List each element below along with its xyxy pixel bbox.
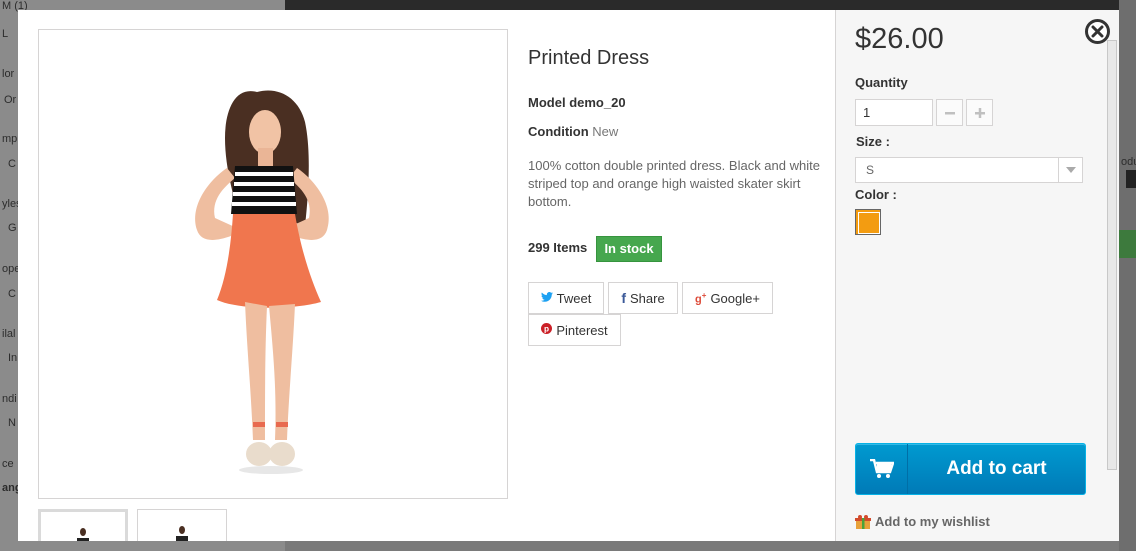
close-modal-button[interactable]: [1085, 19, 1110, 44]
pinterest-icon: p: [541, 323, 553, 337]
background-text: Or: [4, 94, 17, 106]
tweet-label: Tweet: [556, 290, 592, 306]
google-plus-label: Google+: [710, 290, 760, 306]
size-select[interactable]: S: [855, 157, 1083, 183]
size-label: Size :: [856, 134, 890, 149]
add-to-cart-label: Add to cart: [946, 458, 1047, 479]
product-title: Printed Dress: [528, 47, 650, 69]
svg-text:p: p: [544, 325, 549, 334]
google-plus-icon: g+: [695, 290, 707, 306]
stock-status-badge: In stock: [596, 236, 662, 262]
product-description: 100% cotton double printed dress. Black …: [528, 158, 820, 209]
pinterest-button[interactable]: p Pinterest: [528, 314, 621, 346]
background-text: lor: [2, 68, 15, 80]
model-label: Model: [528, 95, 566, 110]
minus-icon: [944, 111, 955, 114]
model-photo: [195, 90, 329, 474]
twitter-icon: [540, 291, 553, 305]
color-label: Color :: [855, 187, 897, 202]
background-text: L: [2, 28, 9, 40]
background-text: In: [8, 352, 18, 364]
background-text: mp: [2, 133, 18, 145]
color-swatch-orange[interactable]: [855, 209, 881, 235]
quantity-label: Quantity: [855, 75, 908, 90]
tweet-button[interactable]: Tweet: [528, 282, 604, 314]
cart-icon: [856, 444, 908, 494]
add-to-wishlist-link[interactable]: Add to my wishlist: [855, 514, 990, 529]
add-to-cart-button[interactable]: Add to cart: [855, 443, 1086, 495]
background-icon: [1126, 170, 1136, 188]
background-text: ndi: [2, 393, 17, 405]
product-price: $26.00: [855, 23, 944, 55]
background-text: ilal: [2, 328, 16, 340]
background-header: [285, 0, 1136, 10]
background-button: [1119, 230, 1136, 258]
plus-icon: [974, 107, 985, 118]
facebook-icon: f: [621, 290, 626, 306]
purchase-panel: $26.00 Quantity 1 Size : S Color : Add t…: [835, 10, 1119, 541]
wishlist-label: Add to my wishlist: [875, 514, 990, 529]
share-button[interactable]: f Share: [608, 282, 678, 314]
background-text: G: [8, 222, 17, 234]
chevron-down-icon: [1058, 158, 1082, 182]
quantity-input[interactable]: 1: [855, 99, 933, 126]
pinterest-label: Pinterest: [556, 322, 608, 338]
condition-label: Condition: [528, 124, 589, 139]
google-plus-button[interactable]: g+ Google+: [682, 282, 773, 314]
thumbnail-image: [77, 528, 89, 541]
model-value: demo_20: [569, 95, 626, 110]
product-main-image[interactable]: [38, 29, 508, 499]
background-text: ce: [2, 458, 14, 470]
background-text: N: [8, 417, 16, 429]
quantity-increase-button[interactable]: [966, 99, 993, 126]
condition-value: New: [592, 124, 619, 139]
quantity-decrease-button[interactable]: [936, 99, 963, 126]
size-selected-value: S: [866, 163, 875, 177]
share-label: Share: [629, 290, 665, 306]
stock-quantity: 299 Items: [528, 240, 588, 255]
thumbnail-1[interactable]: [38, 509, 128, 541]
background-text: odu: [1121, 156, 1136, 168]
thumbnail-image: [176, 526, 188, 541]
product-model: Model demo_20: [528, 95, 626, 110]
background-right-strip: odu: [1119, 0, 1136, 551]
background-text: C: [8, 158, 16, 170]
thumbnail-2[interactable]: [137, 509, 227, 541]
background-text: C: [8, 288, 16, 300]
close-icon: [1091, 25, 1104, 38]
quick-view-modal: Printed Dress Model demo_20 Condition Ne…: [18, 10, 1119, 541]
gift-icon: [855, 514, 871, 529]
modal-scrollbar[interactable]: [1107, 40, 1117, 470]
product-condition: Condition New: [528, 124, 618, 139]
